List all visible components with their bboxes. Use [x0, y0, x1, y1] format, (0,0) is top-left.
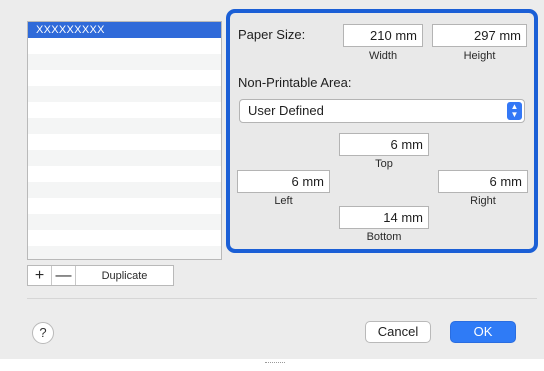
cancel-button[interactable]: Cancel: [365, 321, 431, 343]
right-caption: Right: [470, 195, 496, 207]
list-row: [28, 102, 221, 118]
height-caption: Height: [463, 50, 496, 62]
list-row: [28, 118, 221, 134]
list-row: [28, 38, 221, 54]
duplicate-button[interactable]: Duplicate: [76, 266, 173, 285]
list-row: [28, 166, 221, 182]
non-printable-area-label: Non-Printable Area:: [238, 75, 352, 90]
paper-size-label: Paper Size:: [238, 27, 306, 42]
left-caption: Left: [274, 195, 293, 207]
width-field[interactable]: 210 mm: [343, 24, 423, 47]
custom-paper-size-dialog: XXXXXXXXX + — Duplicate Paper Size: 210 …: [0, 0, 544, 359]
bottom-caption: Bottom: [366, 231, 402, 243]
top-caption: Top: [375, 158, 393, 170]
bottom-margin-field[interactable]: 14 mm: [339, 206, 429, 229]
list-row: [28, 134, 221, 150]
add-button[interactable]: +: [28, 266, 52, 285]
help-button[interactable]: ?: [32, 322, 54, 344]
right-margin-field[interactable]: 6 mm: [438, 170, 528, 193]
paper-size-list[interactable]: XXXXXXXXX: [27, 21, 222, 260]
chevron-updown-icon: ▲ ▼: [507, 102, 522, 120]
list-row: [28, 54, 221, 70]
list-controls: + — Duplicate: [27, 265, 174, 286]
list-row: [28, 246, 221, 259]
left-margin-field[interactable]: 6 mm: [237, 170, 330, 193]
width-caption: Width: [368, 50, 398, 62]
select-value: User Defined: [248, 103, 324, 118]
ok-button[interactable]: OK: [450, 321, 516, 343]
list-row: [28, 182, 221, 198]
top-margin-field[interactable]: 6 mm: [339, 133, 429, 156]
list-row: [28, 150, 221, 166]
list-row: [28, 198, 221, 214]
list-row: [28, 86, 221, 102]
list-row: [28, 70, 221, 86]
remove-button[interactable]: —: [52, 266, 76, 285]
height-field[interactable]: 297 mm: [432, 24, 527, 47]
list-item-selected[interactable]: XXXXXXXXX: [28, 22, 221, 38]
list-row: [28, 230, 221, 246]
separator: [27, 298, 537, 299]
window-edge-mark: [265, 362, 285, 367]
paper-settings-panel: Paper Size: 210 mm Width 297 mm Height N…: [226, 9, 538, 253]
list-row: [28, 214, 221, 230]
non-printable-area-select[interactable]: User Defined ▲ ▼: [239, 99, 525, 123]
